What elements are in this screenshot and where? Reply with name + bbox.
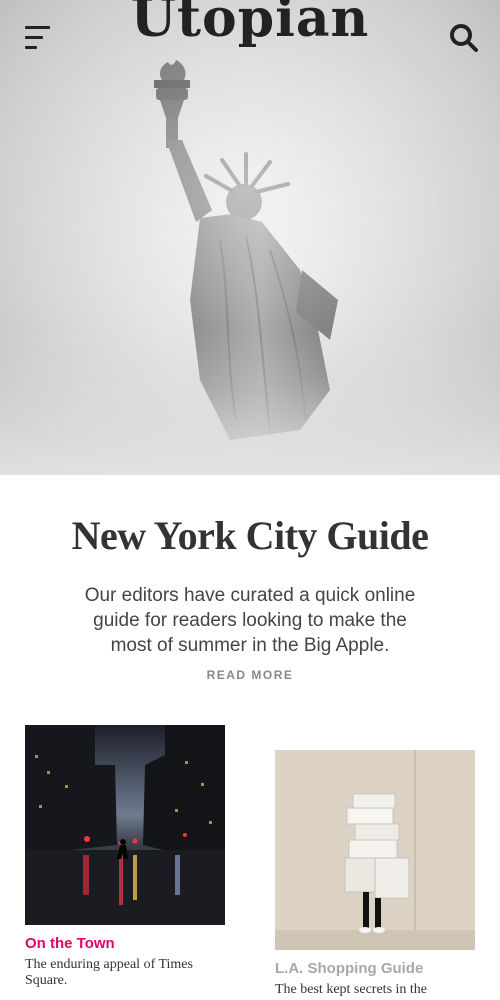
times-square-street-image[interactable] [25,725,225,925]
statue-of-liberty-illustration [0,0,500,475]
hero-image [0,0,500,475]
card-title[interactable]: L.A. Shopping Guide [275,960,475,977]
feature-title[interactable]: New York City Guide [0,512,500,559]
card-title[interactable]: On the Town [25,935,225,952]
feature-description: Our editors have curated a quick online … [84,585,416,656]
article-card-on-the-town[interactable]: On the Town The enduring appeal of Times… [25,725,225,989]
card-description: The enduring appeal of Times Square. [25,957,193,988]
article-card-la-shopping-guide[interactable]: L.A. Shopping Guide The best kept secret… [275,750,475,998]
search-icon[interactable] [446,20,482,56]
site-logo[interactable]: Utopian [0,0,500,47]
read-more-link[interactable]: READ MORE [0,668,500,682]
shopping-bags-image[interactable] [275,750,475,950]
card-description: The best kept secrets in the [275,982,428,997]
